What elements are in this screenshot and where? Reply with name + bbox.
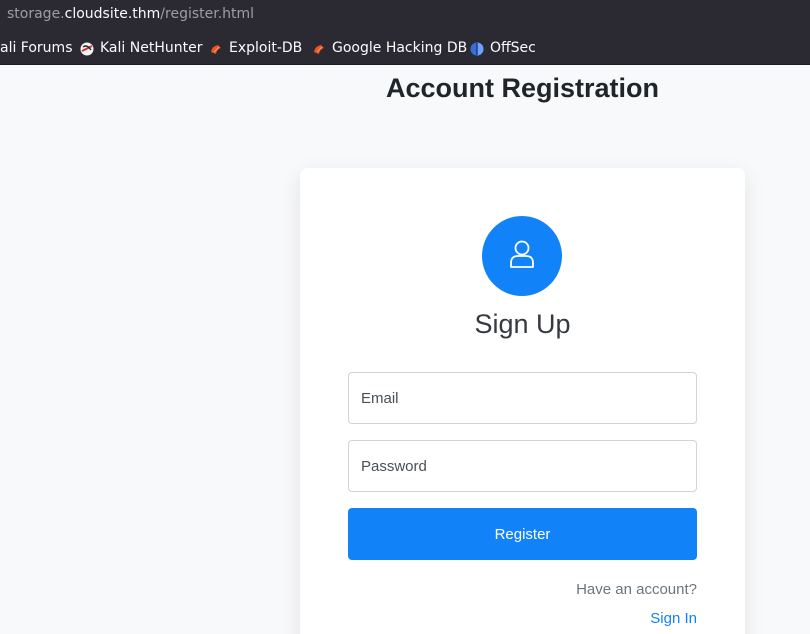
have-account-text: Have an account?	[576, 581, 697, 598]
bookmark-exploit-db[interactable]: Exploit-DB	[209, 40, 302, 57]
exploit-db-icon	[209, 42, 223, 56]
bookmark-label: Google Hacking DB	[332, 40, 468, 56]
url-text[interactable]: storage.cloudsite.thm/register.html	[7, 5, 254, 23]
bookmark-kali-nethunter[interactable]: Kali NetHunter	[80, 40, 202, 57]
bookmark-kali-forums[interactable]: ali Forums	[0, 40, 73, 57]
bookmark-label: OffSec	[490, 40, 536, 56]
signin-link[interactable]: Sign In	[650, 610, 697, 627]
bookmarks-toolbar: ali Forums Kali NetHunter Exploit-DB Goo…	[0, 30, 810, 65]
bookmark-offsec[interactable]: OffSec	[470, 40, 536, 57]
signup-heading: Sign Up	[474, 309, 571, 339]
url-prefix: storage.	[7, 6, 65, 22]
avatar	[482, 216, 562, 296]
url-domain: cloudsite.thm	[64, 6, 161, 22]
ghdb-icon	[312, 42, 326, 56]
bookmark-ghdb[interactable]: Google Hacking DB	[312, 40, 467, 57]
bookmark-label: ali Forums	[0, 40, 73, 56]
signup-card: Sign Up Register Have an account? Sign I…	[300, 168, 745, 634]
offsec-icon	[470, 42, 484, 56]
email-field[interactable]	[348, 372, 697, 424]
bookmark-label: Kali NetHunter	[100, 40, 203, 56]
page-title: Account Registration	[385, 73, 660, 103]
page-content: Account Registration Sign Up Register Ha…	[0, 65, 810, 634]
register-button[interactable]: Register	[348, 508, 697, 560]
password-field[interactable]	[348, 440, 697, 492]
user-icon	[509, 239, 535, 273]
bookmark-label: Exploit-DB	[229, 40, 303, 56]
kali-nethunter-icon	[80, 42, 94, 56]
url-path: /register.html	[160, 6, 255, 22]
url-bar[interactable]: storage.cloudsite.thm/register.html	[0, 0, 810, 30]
